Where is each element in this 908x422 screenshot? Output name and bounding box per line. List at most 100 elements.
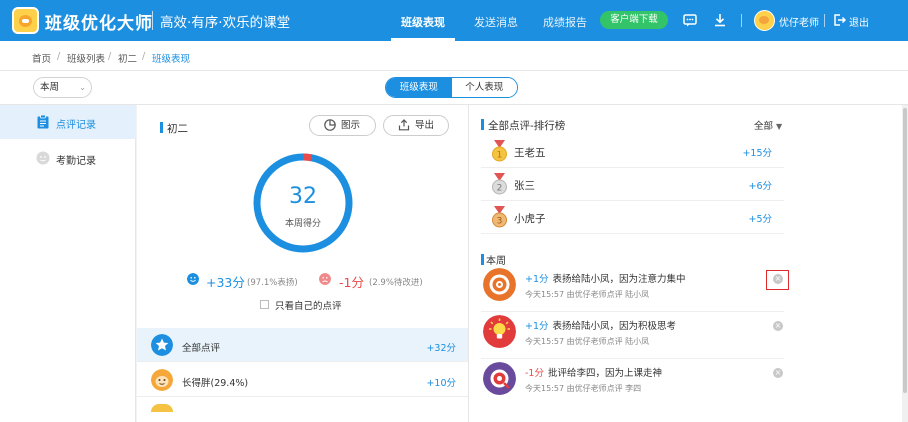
app-brand: 班级优化大师 <box>45 14 153 34</box>
brand-divider <box>152 11 153 30</box>
record-row[interactable]: +1分 表扬给陆小凤，因为注意力集中 今天15:57 由优仔老师点评 陆小凤 × <box>481 265 784 312</box>
section-marker <box>160 122 163 133</box>
positive-score-note: (97.1%表扬) <box>247 278 298 288</box>
breadcrumb-class[interactable]: 初二 <box>118 51 137 65</box>
gold-medal-icon: 1 <box>492 140 507 162</box>
logout-icon[interactable] <box>833 13 846 27</box>
record-text: +1分 表扬给陆小凤，因为注意力集中 <box>525 271 686 285</box>
record-points: -1分 <box>525 368 544 379</box>
caret-down-icon: ▼ <box>776 122 783 131</box>
monkey-avatar-icon <box>151 369 173 391</box>
rank-row[interactable]: 2 张三 +6分 <box>481 168 784 201</box>
breadcrumb-home[interactable]: 首页 <box>32 51 51 65</box>
target-icon <box>483 268 516 301</box>
export-icon <box>398 119 410 131</box>
positive-score: +33分 <box>206 275 245 290</box>
week-select-value: 本周 <box>40 82 60 93</box>
breadcrumb-separator: / <box>57 51 61 62</box>
nav-score-report[interactable]: 成绩报告 <box>543 14 587 30</box>
user-avatar[interactable] <box>754 10 775 31</box>
toolbar-divider <box>741 14 742 27</box>
record-meta: 今天15:57 由优仔老师点评 李四 <box>525 384 642 393</box>
clipboard-icon <box>37 115 49 129</box>
silver-medal-icon: 2 <box>492 173 507 195</box>
top-bar: 班级优化大师 高效·有序·欢乐的课堂 班级表现 发送消息 成绩报告 客户端下载 … <box>0 0 908 41</box>
toolbar-divider <box>824 14 825 27</box>
record-meta: 今天15:57 由优仔老师点评 陆小凤 <box>525 337 650 346</box>
attendance-icon <box>36 151 50 165</box>
medal-rank: 1 <box>497 151 503 161</box>
record-meta: 今天15:57 由优仔老师点评 陆小凤 <box>525 290 650 299</box>
list-item-all-reviews[interactable]: 全部点评 +32分 <box>137 328 468 362</box>
pie-chart-icon <box>324 119 336 131</box>
view-tabs: 班级表现 个人表现 <box>385 77 518 98</box>
record-description: 表扬给陆小凤，因为注意力集中 <box>552 274 686 285</box>
client-download-button[interactable]: 客户端下载 <box>600 11 668 29</box>
export-button[interactable]: 导出 <box>383 115 449 136</box>
scrollbar-thumb[interactable] <box>903 108 907 393</box>
tab-personal-performance[interactable]: 个人表现 <box>451 78 517 97</box>
sidebar-item-label: 点评记录 <box>56 120 96 131</box>
app-slogan: 高效·有序·欢乐的课堂 <box>160 15 291 31</box>
class-name: 初二 <box>167 123 188 135</box>
list-item-student[interactable]: 长得胖(29.4%) +10分 <box>137 363 468 397</box>
list-item-value: +32分 <box>426 343 456 354</box>
record-row[interactable]: -1分 批评给李四，因为上课走神 今天15:57 由优仔老师点评 李四 × <box>481 359 784 406</box>
medal-rank: 3 <box>497 217 503 227</box>
medal-rank: 2 <box>497 184 503 194</box>
negative-score-note: (2.9%待改进) <box>369 278 423 288</box>
breadcrumb: 首页 / 班级列表 / 初二 / 班级表现 <box>0 41 908 71</box>
rank-name: 王老五 <box>514 147 546 159</box>
ranking-filter-dropdown[interactable]: 全部 ▼ <box>754 118 782 132</box>
record-description: 表扬给陆小凤，因为积极思考 <box>552 321 677 332</box>
filter-toolbar: 本周 ⌄ 班级表现 个人表现 <box>0 71 908 105</box>
breadcrumb-separator: / <box>142 51 146 62</box>
highlight-box <box>766 270 789 290</box>
tab-class-performance[interactable]: 班级表现 <box>386 78 452 97</box>
section-marker <box>481 254 484 265</box>
rank-points: +6分 <box>748 181 772 192</box>
sidebar-item-label: 考勤记录 <box>56 156 96 167</box>
nav-class-performance[interactable]: 班级表现 <box>401 14 445 30</box>
chart-view-label: 图示 <box>341 120 361 131</box>
partial-list-avatar <box>151 404 173 412</box>
logout-link[interactable]: 退出 <box>849 14 869 29</box>
sidebar-item-review-records[interactable]: 点评记录 <box>0 105 136 139</box>
distracted-icon <box>483 362 516 395</box>
record-row[interactable]: +1分 表扬给陆小凤，因为积极思考 今天15:57 由优仔老师点评 陆小凤 × <box>481 312 784 359</box>
rank-row[interactable]: 1 王老五 +15分 <box>481 135 784 168</box>
chart-view-button[interactable]: 图示 <box>309 115 376 136</box>
rank-name: 小虎子 <box>514 213 546 225</box>
week-select[interactable]: 本周 ⌄ <box>33 77 92 98</box>
frown-icon <box>319 273 331 285</box>
own-reviews-checkbox[interactable] <box>260 300 269 309</box>
close-icon[interactable]: × <box>773 368 783 378</box>
ranking-filter-value: 全部 <box>754 121 774 132</box>
bronze-medal-icon: 3 <box>492 206 507 228</box>
record-text: -1分 批评给李四，因为上课走神 <box>525 365 662 379</box>
smile-icon <box>187 273 199 285</box>
message-icon[interactable] <box>682 12 698 28</box>
download-icon[interactable] <box>712 12 728 28</box>
breadcrumb-current: 班级表现 <box>152 54 191 65</box>
rank-points: +5分 <box>748 214 772 225</box>
section-marker <box>481 119 484 130</box>
nav-send-message[interactable]: 发送消息 <box>474 14 518 30</box>
close-icon[interactable]: × <box>773 321 783 331</box>
ranking-title: 全部点评-排行榜 <box>488 120 566 132</box>
chevron-down-icon: ⌄ <box>79 83 86 92</box>
rank-name: 张三 <box>514 180 535 192</box>
sidebar-item-attendance[interactable]: 考勤记录 <box>0 141 136 175</box>
sidebar: 点评记录 考勤记录 <box>0 105 136 422</box>
own-reviews-label[interactable]: 只看自己的点评 <box>275 298 342 312</box>
record-points: +1分 <box>525 321 549 332</box>
breadcrumb-separator: / <box>108 51 112 62</box>
list-item-label: 长得胖(29.4%) <box>182 378 249 389</box>
rank-row[interactable]: 3 小虎子 +5分 <box>481 201 784 234</box>
breadcrumb-class-list[interactable]: 班级列表 <box>67 51 105 65</box>
record-points: +1分 <box>525 274 549 285</box>
list-item-label: 全部点评 <box>182 343 221 354</box>
user-name[interactable]: 优仔老师 <box>779 14 819 29</box>
lightbulb-icon <box>483 315 516 348</box>
app-logo-icon <box>12 7 39 34</box>
